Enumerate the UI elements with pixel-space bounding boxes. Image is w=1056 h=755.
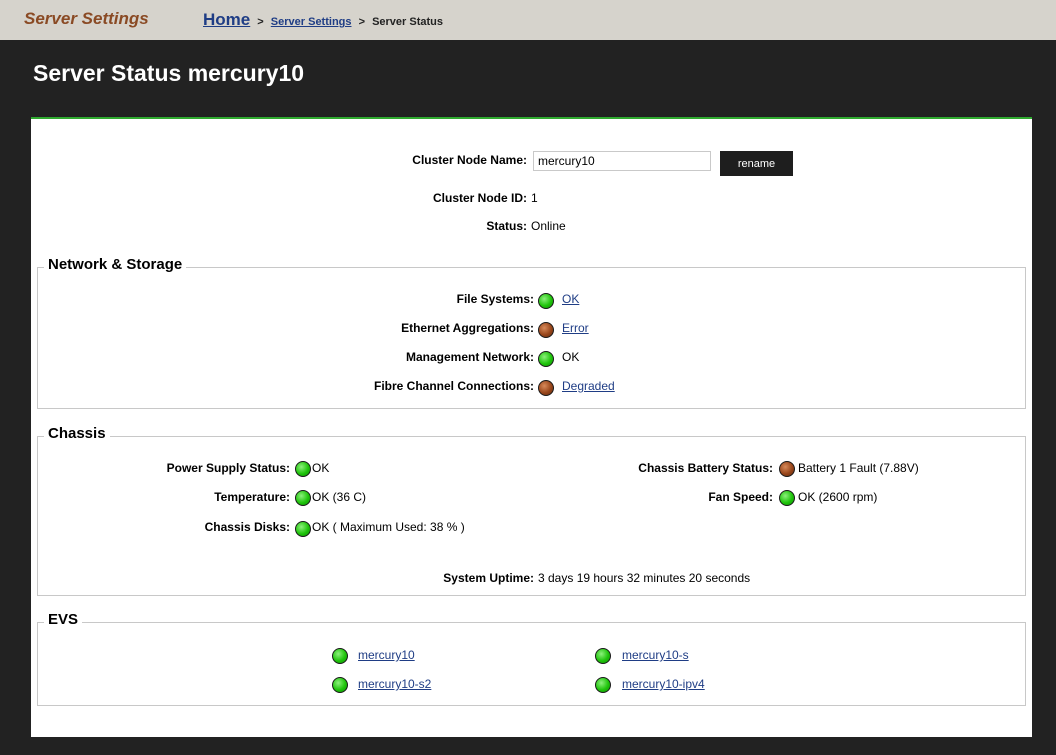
breadcrumb-home-link[interactable]: Home xyxy=(203,10,250,29)
error-status-icon xyxy=(538,322,554,338)
app-brand: Server Settings xyxy=(24,9,149,28)
status-content: Cluster Node Name: rename Cluster Node I… xyxy=(31,117,1032,737)
cluster-node-id-label: Cluster Node ID: xyxy=(432,191,527,205)
evs-link[interactable]: mercury10-ipv4 xyxy=(622,677,705,691)
top-bar: Server Settings Home > Server Settings >… xyxy=(0,0,1056,40)
fibre-channel-status-link[interactable]: Degraded xyxy=(562,379,615,393)
temperature-value: OK (36 C) xyxy=(312,490,367,504)
system-uptime-label: System Uptime: xyxy=(443,571,534,585)
evs-link[interactable]: mercury10-s2 xyxy=(358,677,431,691)
file-systems-status-link[interactable]: OK xyxy=(562,292,579,306)
ok-status-icon xyxy=(295,461,311,477)
chassis-disks-label: Chassis Disks: xyxy=(204,520,290,534)
network-storage-section: Network & Storage File Systems: OK Ether… xyxy=(37,256,1026,409)
status-label: Status: xyxy=(486,219,527,233)
evs-section: EVS mercury10 mercury10-s mercury10-s2 m… xyxy=(37,611,1026,706)
breadcrumb-current: Server Status xyxy=(372,16,443,28)
management-network-status: OK xyxy=(562,350,580,364)
system-uptime-value: 3 days 19 hours 32 minutes 20 seconds xyxy=(538,571,751,585)
chassis-title: Chassis xyxy=(44,425,110,442)
evs-link[interactable]: mercury10-s xyxy=(622,648,689,662)
breadcrumb-separator: > xyxy=(358,16,365,28)
cluster-node-id-value: 1 xyxy=(531,191,538,205)
fibre-channel-label: Fibre Channel Connections: xyxy=(373,379,534,393)
ok-status-icon xyxy=(779,490,795,506)
chassis-disks-value: OK ( Maximum Used: 38 % ) xyxy=(312,520,465,534)
rename-button[interactable]: rename xyxy=(720,151,793,176)
fan-speed-label: Fan Speed: xyxy=(708,490,773,504)
cluster-node-name-label: Cluster Node Name: xyxy=(412,153,527,167)
cluster-node-name-input[interactable] xyxy=(533,151,711,171)
breadcrumb: Home > Server Settings > Server Status xyxy=(203,10,443,30)
evs-link[interactable]: mercury10 xyxy=(358,648,415,662)
fan-speed-value: OK (2600 rpm) xyxy=(798,490,878,504)
ok-status-icon xyxy=(595,677,611,693)
network-storage-title: Network & Storage xyxy=(44,256,187,273)
error-status-icon xyxy=(538,380,554,396)
management-network-label: Management Network: xyxy=(405,350,534,364)
error-status-icon xyxy=(779,461,795,477)
chassis-battery-label: Chassis Battery Status: xyxy=(638,461,773,475)
breadcrumb-server-settings-link[interactable]: Server Settings xyxy=(271,16,352,28)
ok-status-icon xyxy=(295,521,311,537)
ok-status-icon xyxy=(538,351,554,367)
breadcrumb-separator: > xyxy=(257,16,264,28)
ethernet-aggregations-label: Ethernet Aggregations: xyxy=(401,321,534,335)
chassis-section: Chassis Power Supply Status: OK Temperat… xyxy=(37,425,1026,596)
ethernet-aggregations-status-link[interactable]: Error xyxy=(562,321,589,335)
ok-status-icon xyxy=(332,648,348,664)
status-value: Online xyxy=(531,219,566,233)
page-title: Server Status mercury10 xyxy=(33,60,305,86)
power-supply-label: Power Supply Status: xyxy=(166,461,290,475)
chassis-battery-value: Battery 1 Fault (7.88V) xyxy=(798,461,919,475)
power-supply-value: OK xyxy=(312,461,330,475)
temperature-label: Temperature: xyxy=(214,490,290,504)
ok-status-icon xyxy=(295,490,311,506)
evs-title: EVS xyxy=(44,611,83,628)
ok-status-icon xyxy=(332,677,348,693)
ok-status-icon xyxy=(538,293,554,309)
ok-status-icon xyxy=(595,648,611,664)
file-systems-label: File Systems: xyxy=(456,292,534,306)
